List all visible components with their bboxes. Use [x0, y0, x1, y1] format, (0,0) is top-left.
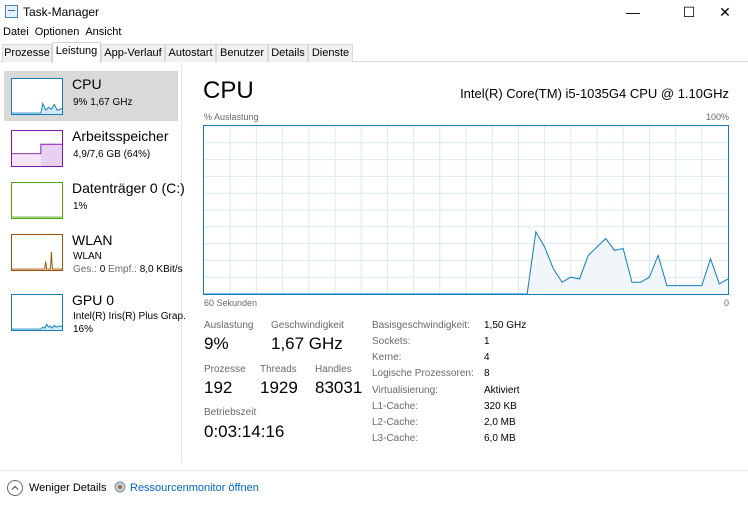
- wlan-mini-graph: [11, 234, 63, 271]
- info-label-virtualisierung: Virtualisierung:: [372, 385, 438, 396]
- menu-optionen[interactable]: Optionen: [32, 24, 83, 41]
- sidebar-item-gpu[interactable]: GPU 0 Intel(R) Iris(R) Plus Grap. 16%: [4, 287, 186, 337]
- menu-datei[interactable]: Datei: [0, 24, 32, 41]
- cpu-model-name: Intel(R) Core(TM) i5-1035G4 CPU @ 1.10GH…: [460, 86, 729, 101]
- sidebar-memory-title: Arbeitsspeicher: [72, 128, 169, 144]
- resource-sidebar: CPU 9% 1,67 GHz Arbeitsspeicher 4,9/7,6 …: [0, 63, 186, 463]
- disk-mini-graph: [11, 182, 63, 219]
- cpu-graph-svg: [204, 126, 728, 294]
- minimize-button[interactable]: —: [610, 0, 656, 24]
- info-value-basisgeschwindigkeit: 1,50 GHz: [484, 320, 527, 331]
- info-value-l3-cache: 6,0 MB: [484, 433, 516, 444]
- sidebar-item-cpu[interactable]: CPU 9% 1,67 GHz: [4, 71, 178, 121]
- cpu-mini-graph: [11, 78, 63, 115]
- geschwindigkeit-value: 1,67 GHz: [271, 334, 343, 353]
- sidebar-disk-title: Datenträger 0 (C:): [72, 180, 185, 196]
- menu-ansicht[interactable]: Ansicht: [82, 24, 124, 41]
- chevron-up-icon[interactable]: [7, 480, 23, 496]
- resource-monitor-link[interactable]: Ressourcenmonitor öffnen: [130, 482, 259, 494]
- memory-mini-graph: [11, 130, 63, 167]
- sidebar-cpu-sub: 9% 1,67 GHz: [73, 97, 133, 108]
- tab-autostart[interactable]: Autostart: [165, 44, 216, 62]
- info-label-l2-cache: L2-Cache:: [372, 417, 419, 428]
- tab-bar: Prozesse Leistung App-Verlauf Autostart …: [0, 42, 748, 63]
- sidebar-cpu-title: CPU: [72, 76, 102, 92]
- cpu-utilization-graph: [203, 125, 729, 295]
- y-axis-max: 100%: [705, 112, 729, 122]
- tab-details[interactable]: Details: [268, 44, 308, 62]
- handles-label: Handles: [315, 364, 352, 375]
- x-axis-right-label: 0: [724, 298, 730, 308]
- prozesse-label: Prozesse: [204, 364, 246, 375]
- tab-benutzer[interactable]: Benutzer: [216, 44, 268, 62]
- y-axis-label: % Auslastung: [204, 112, 259, 122]
- page-title: CPU: [203, 77, 254, 104]
- threads-label: Threads: [260, 364, 297, 375]
- sidebar-item-wlan[interactable]: WLAN WLAN Ges.: 0 Empf.: 8,0 KBit/s: [4, 227, 183, 277]
- info-label-l3-cache: L3-Cache:: [372, 433, 419, 444]
- tab-dienste[interactable]: Dienste: [308, 44, 353, 62]
- handles-value: 83031: [315, 378, 363, 397]
- sidebar-disk-sub: 1%: [73, 201, 88, 212]
- info-label-l1-cache: L1-Cache:: [372, 401, 419, 412]
- info-value-sockets: 1: [484, 336, 490, 347]
- info-value-l2-cache: 2,0 MB: [484, 417, 516, 428]
- prozesse-value: 192: [204, 378, 233, 397]
- menu-bar: Datei Optionen Ansicht: [0, 24, 124, 41]
- sidebar-item-memory[interactable]: Arbeitsspeicher 4,9/7,6 GB (64%): [4, 123, 178, 173]
- info-label-logische-prozessoren: Logische Prozessoren:: [372, 368, 474, 379]
- info-value-l1-cache: 320 KB: [484, 401, 517, 412]
- info-value-logische-prozessoren: 8: [484, 368, 490, 379]
- tab-leistung[interactable]: Leistung: [52, 42, 101, 63]
- sidebar-gpu-sub2: 16%: [73, 324, 94, 335]
- title-bar: Task-Manager — ☐ ✕: [0, 0, 748, 24]
- sidebar-item-disk[interactable]: Datenträger 0 (C:) 1%: [4, 175, 185, 225]
- close-button[interactable]: ✕: [702, 0, 748, 24]
- betriebszeit-value: 0:03:14:16: [204, 422, 285, 441]
- sidebar-wlan-title: WLAN: [72, 232, 113, 248]
- info-value-kerne: 4: [484, 352, 490, 363]
- fewer-details-button[interactable]: Weniger Details: [29, 482, 106, 494]
- betriebszeit-label: Betriebszeit: [204, 407, 257, 418]
- tab-app-verlauf[interactable]: App-Verlauf: [101, 44, 165, 62]
- info-label-sockets: Sockets:: [372, 336, 411, 347]
- threads-value: 1929: [260, 378, 298, 397]
- footer-bar: Weniger Details Ressourcenmonitor öffnen: [0, 470, 748, 506]
- resource-monitor-icon[interactable]: [114, 481, 126, 493]
- info-label-basisgeschwindigkeit: Basisgeschwindigkeit:: [372, 320, 470, 331]
- task-manager-icon: [5, 5, 18, 18]
- sidebar-gpu-title: GPU 0: [72, 292, 115, 308]
- sidebar-memory-sub: 4,9/7,6 GB (64%): [73, 149, 151, 160]
- sidebar-gpu-sub1: Intel(R) Iris(R) Plus Grap.: [73, 311, 186, 322]
- info-label-kerne: Kerne:: [372, 352, 402, 363]
- sidebar-wlan-sub2: Ges.: 0 Empf.: 8,0 KBit/s: [73, 264, 183, 275]
- geschwindigkeit-label: Geschwindigkeit: [271, 320, 344, 331]
- sidebar-wlan-sub1: WLAN: [73, 251, 102, 262]
- gpu-mini-graph: [11, 294, 63, 331]
- x-axis-left-label: 60 Sekunden: [204, 298, 258, 308]
- tab-prozesse[interactable]: Prozesse: [2, 44, 52, 62]
- auslastung-value: 9%: [204, 334, 229, 353]
- window-title: Task-Manager: [23, 5, 100, 19]
- info-value-virtualisierung: Aktiviert: [484, 385, 520, 396]
- auslastung-label: Auslastung: [204, 320, 254, 331]
